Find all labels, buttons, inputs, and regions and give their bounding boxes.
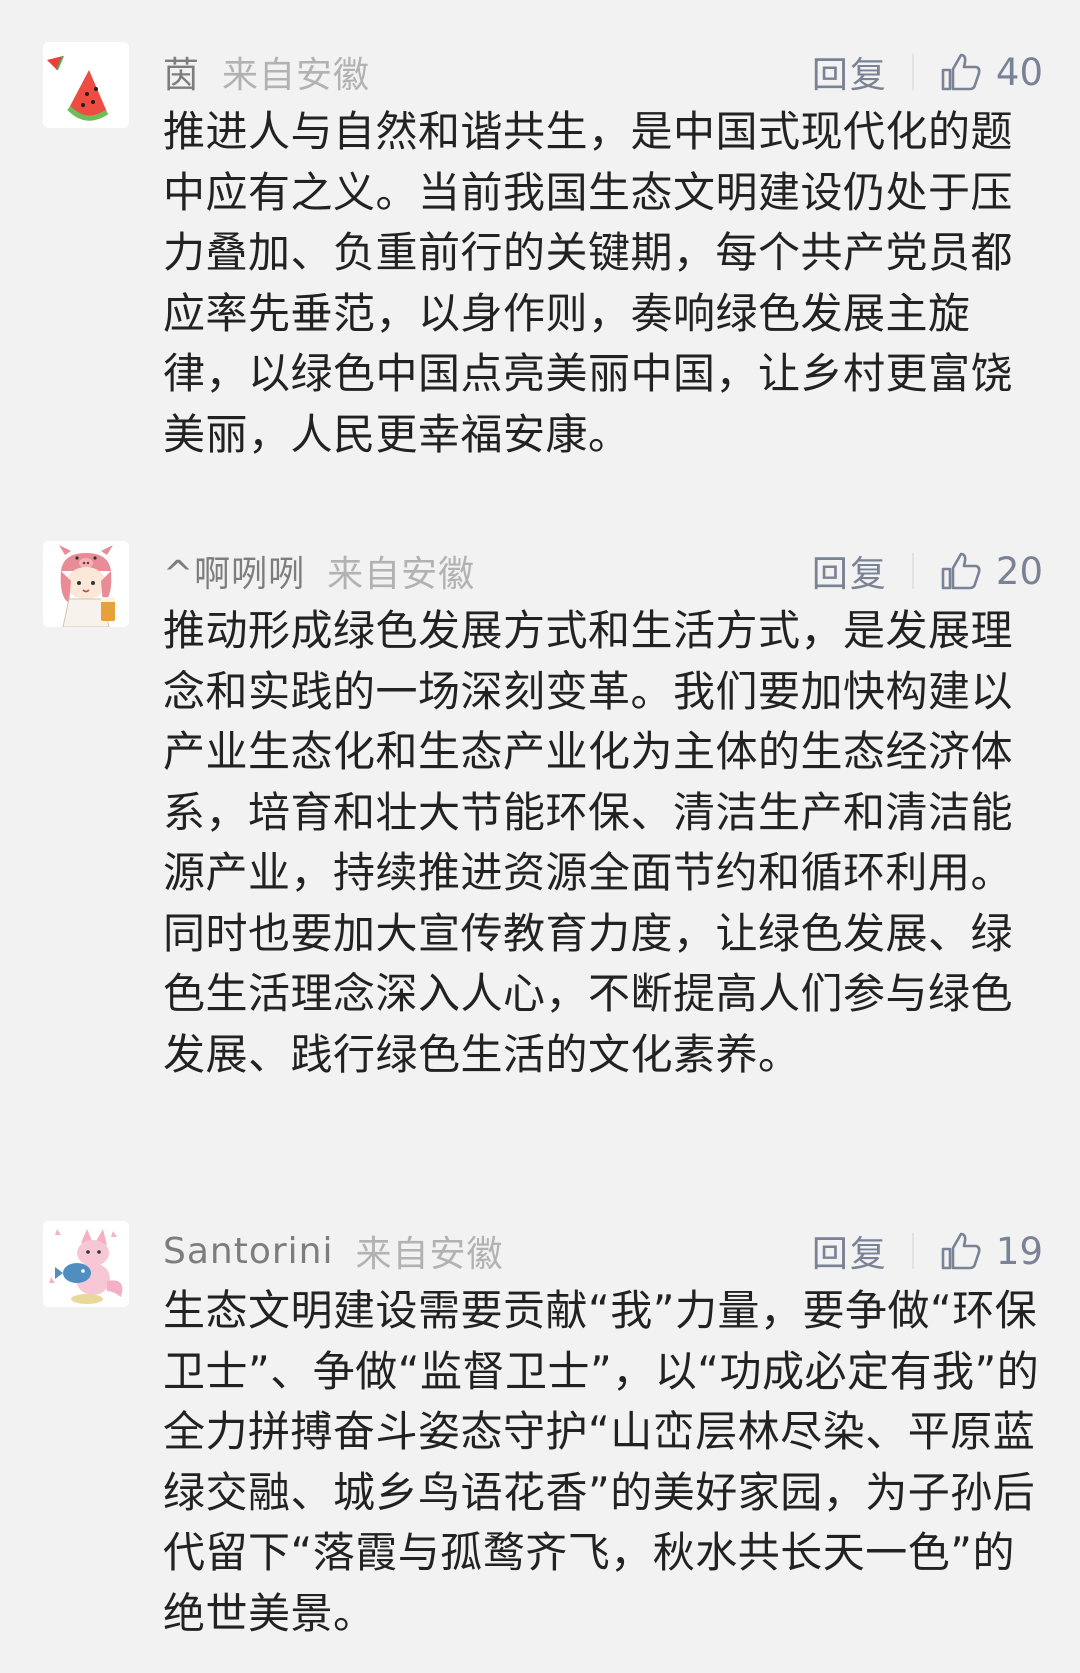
like-count: 20 — [995, 549, 1043, 593]
location-label: 来自安徽 — [222, 55, 371, 96]
cartoon-fox-fish-avatar-icon — [43, 1221, 129, 1307]
cartoon-pig-hat-avatar-icon — [43, 541, 129, 627]
location-label: 来自安徽 — [327, 554, 476, 595]
like-button[interactable]: 20 — [940, 550, 1043, 593]
like-button[interactable]: 40 — [940, 51, 1043, 94]
nickname[interactable]: 茵 — [163, 46, 200, 98]
comment-text: 推动形成绿色发展方式和生活方式，是发展理念和实践的一场深刻变革。我们要加快构建以… — [163, 606, 1014, 1079]
comment-actions: 回复 19 — [812, 1223, 1043, 1279]
comment-actions: 回复 40 — [812, 44, 1043, 100]
comment-header: Santorini 来自安徽 回复 19 — [163, 1223, 1043, 1279]
location-label: 来自安徽 — [355, 1234, 504, 1275]
watermelon-icon — [43, 42, 129, 128]
like-count: 19 — [995, 1229, 1043, 1273]
divider — [911, 553, 914, 589]
like-count: 40 — [995, 50, 1043, 94]
avatar[interactable] — [43, 1221, 129, 1307]
reply-button[interactable]: 回复 — [812, 46, 888, 98]
reply-button[interactable]: 回复 — [812, 1225, 888, 1277]
nickname[interactable]: Santorini — [163, 1231, 334, 1272]
avatar[interactable] — [43, 42, 129, 128]
comment-header: ^啊咧咧 来自安徽 回复 20 — [163, 543, 1043, 599]
thumbs-up-icon — [940, 550, 982, 592]
comment-actions: 回复 20 — [812, 543, 1043, 599]
comment-header: 茵 来自安徽 回复 40 — [163, 44, 1043, 100]
divider — [911, 1233, 914, 1269]
avatar[interactable] — [43, 541, 129, 627]
comment-text: 推进人与自然和谐共生，是中国式现代化的题中应有之义。当前我国生态文明建设仍处于压… — [163, 107, 1014, 459]
thumbs-up-icon — [940, 51, 982, 93]
thumbs-up-icon — [940, 1230, 982, 1272]
reply-button[interactable]: 回复 — [812, 545, 888, 597]
divider — [911, 54, 914, 90]
comment-list: 茵 来自安徽 回复 40 推进人与自然和谐共生，是中国式现代化的题中应有之义。当… — [0, 0, 1080, 1673]
comment-text: 生态文明建设需要贡献“我”力量，要争做“环保卫士”、争做“监督卫士”，以“功成必… — [163, 1286, 1040, 1638]
nickname[interactable]: ^啊咧咧 — [163, 545, 305, 597]
like-button[interactable]: 19 — [940, 1230, 1043, 1273]
